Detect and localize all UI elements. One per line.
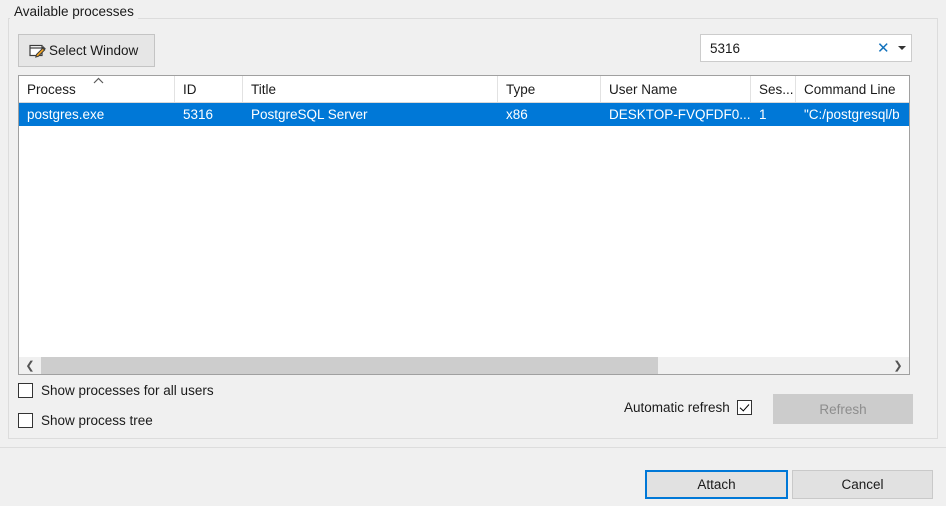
checkbox-show-all-users[interactable]: Show processes for all users [18, 383, 214, 398]
scrollbar-track[interactable] [41, 357, 887, 374]
column-header-type-label: Type [506, 81, 536, 97]
clear-x-icon[interactable]: ✕ [874, 35, 894, 61]
column-header-user-name[interactable]: User Name [601, 76, 751, 102]
footer-separator [0, 447, 946, 448]
cell-session: 1 [759, 107, 767, 122]
chevron-right-icon[interactable]: ❯ [887, 357, 909, 374]
refresh-button[interactable]: Refresh [773, 394, 913, 424]
chevron-down-icon[interactable] [893, 35, 911, 61]
column-header-title-label: Title [251, 81, 277, 97]
cell-command-line: "C:/postgresql/b [804, 107, 900, 122]
cell-process: postgres.exe [27, 107, 105, 122]
cell-title: PostgreSQL Server [251, 107, 368, 122]
refresh-button-label: Refresh [819, 401, 867, 417]
sort-ascending-icon [93, 77, 104, 84]
groupbox-label: Available processes [10, 4, 138, 20]
column-header-command-line[interactable]: Command Line [796, 76, 909, 102]
select-window-icon [29, 43, 46, 59]
column-header-user-name-label: User Name [609, 81, 678, 97]
process-filter-box[interactable]: ✕ [700, 34, 912, 62]
column-header-session[interactable]: Ses... [751, 76, 796, 102]
table-row[interactable]: postgres.exe 5316 PostgreSQL Server x86 … [19, 103, 909, 126]
cell-user-name: DESKTOP-FVQFDF0... [609, 107, 751, 122]
attach-button[interactable]: Attach [645, 470, 788, 499]
column-header-command-line-label: Command Line [804, 81, 896, 97]
scrollbar-thumb[interactable] [41, 357, 658, 374]
column-header-title[interactable]: Title [243, 76, 498, 102]
checkbox-automatic-refresh-box[interactable] [736, 400, 752, 415]
cell-id: 5316 [183, 107, 214, 122]
column-header-type[interactable]: Type [498, 76, 601, 102]
attach-button-label: Attach [697, 477, 736, 492]
column-header-process[interactable]: Process [19, 76, 175, 102]
column-header-session-label: Ses... [759, 81, 794, 97]
column-header-id[interactable]: ID [175, 76, 243, 102]
cancel-button[interactable]: Cancel [792, 470, 933, 499]
select-window-button[interactable]: Select Window [18, 34, 155, 67]
process-filter-input[interactable] [701, 35, 874, 61]
checkbox-show-all-users-label: Show processes for all users [41, 383, 214, 398]
checkbox-show-all-users-box[interactable] [18, 383, 33, 398]
chevron-down-glyph [898, 46, 907, 50]
checkbox-automatic-refresh[interactable]: Automatic refresh [624, 400, 752, 415]
select-window-label: Select Window [49, 43, 139, 58]
checkbox-show-process-tree-box[interactable] [18, 413, 33, 428]
list-header-row: Process ID Title Type User Name Ses... C… [19, 76, 909, 103]
column-header-id-label: ID [183, 81, 197, 97]
process-list[interactable]: Process ID Title Type User Name Ses... C… [18, 75, 910, 375]
chevron-left-icon[interactable]: ❮ [19, 357, 41, 374]
checkbox-automatic-refresh-label: Automatic refresh [624, 400, 730, 415]
cell-type: x86 [506, 107, 528, 122]
checkbox-show-process-tree-label: Show process tree [41, 413, 153, 428]
cancel-button-label: Cancel [841, 477, 884, 492]
horizontal-scrollbar[interactable]: ❮ ❯ [19, 357, 909, 374]
column-header-process-label: Process [27, 81, 76, 97]
process-rows: postgres.exe 5316 PostgreSQL Server x86 … [19, 103, 909, 126]
checkbox-show-process-tree[interactable]: Show process tree [18, 413, 153, 428]
